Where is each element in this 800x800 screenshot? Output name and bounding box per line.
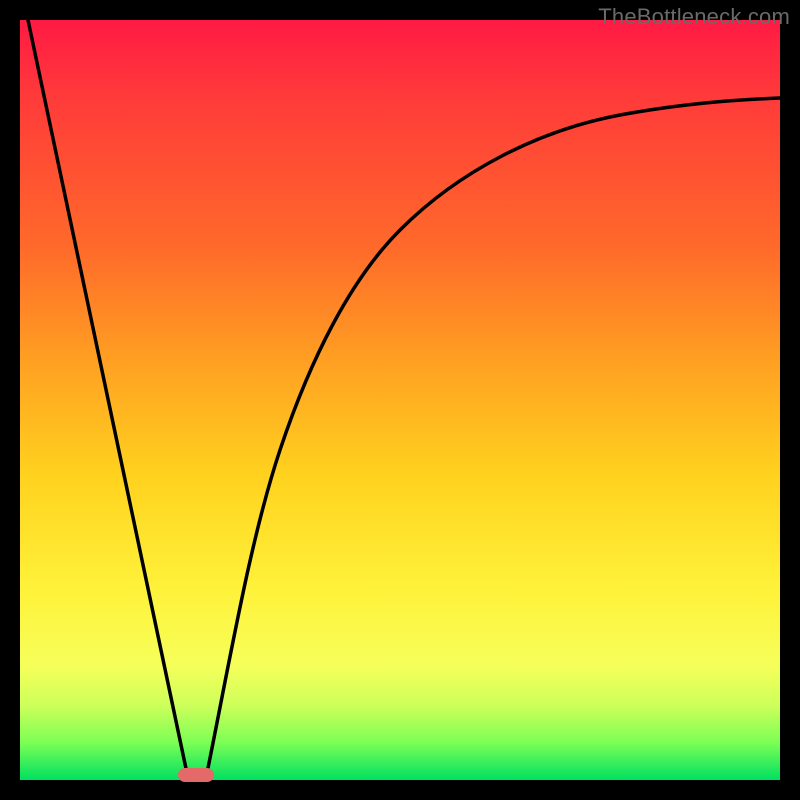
minimum-marker — [178, 768, 214, 782]
curve-layer — [20, 20, 780, 780]
chart-frame: TheBottleneck.com — [0, 0, 800, 800]
curve-left-segment — [28, 20, 188, 778]
curve-right-segment — [206, 98, 780, 778]
